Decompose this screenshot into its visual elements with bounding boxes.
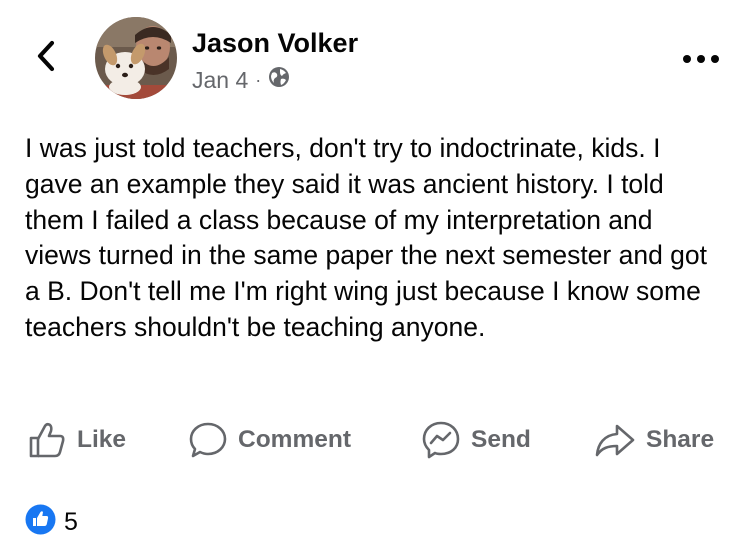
comment-label: Comment: [238, 426, 351, 453]
post-meta: Jan 4 ·: [192, 66, 290, 94]
post-date[interactable]: Jan 4: [192, 67, 248, 94]
comment-button[interactable]: Comment: [188, 417, 351, 463]
reactions-summary[interactable]: 5: [25, 504, 78, 540]
like-button[interactable]: Like: [27, 417, 126, 463]
like-label: Like: [77, 426, 127, 453]
chevron-left-icon: [35, 39, 57, 78]
action-bar: Like Comment Send Share: [0, 417, 749, 463]
meta-separator: ·: [255, 69, 262, 90]
thumbs-up-icon: [27, 420, 67, 460]
send-label: Send: [471, 426, 531, 453]
globe-icon: [268, 66, 290, 94]
back-button[interactable]: [28, 38, 64, 78]
messenger-icon: [421, 420, 461, 460]
author-name[interactable]: Jason Volker: [192, 28, 358, 59]
send-button[interactable]: Send: [421, 417, 531, 463]
like-reaction-icon: [25, 504, 56, 540]
reaction-count: 5: [64, 507, 78, 536]
share-label: Share: [646, 426, 715, 453]
more-horizontal-icon: [682, 51, 720, 69]
share-arrow-icon: [594, 420, 636, 460]
avatar[interactable]: [95, 17, 177, 99]
more-options-button[interactable]: [681, 48, 721, 72]
post-text: I was just told teachers, don't try to i…: [25, 133, 708, 342]
share-button[interactable]: Share: [594, 417, 714, 463]
comment-bubble-icon: [188, 420, 228, 460]
